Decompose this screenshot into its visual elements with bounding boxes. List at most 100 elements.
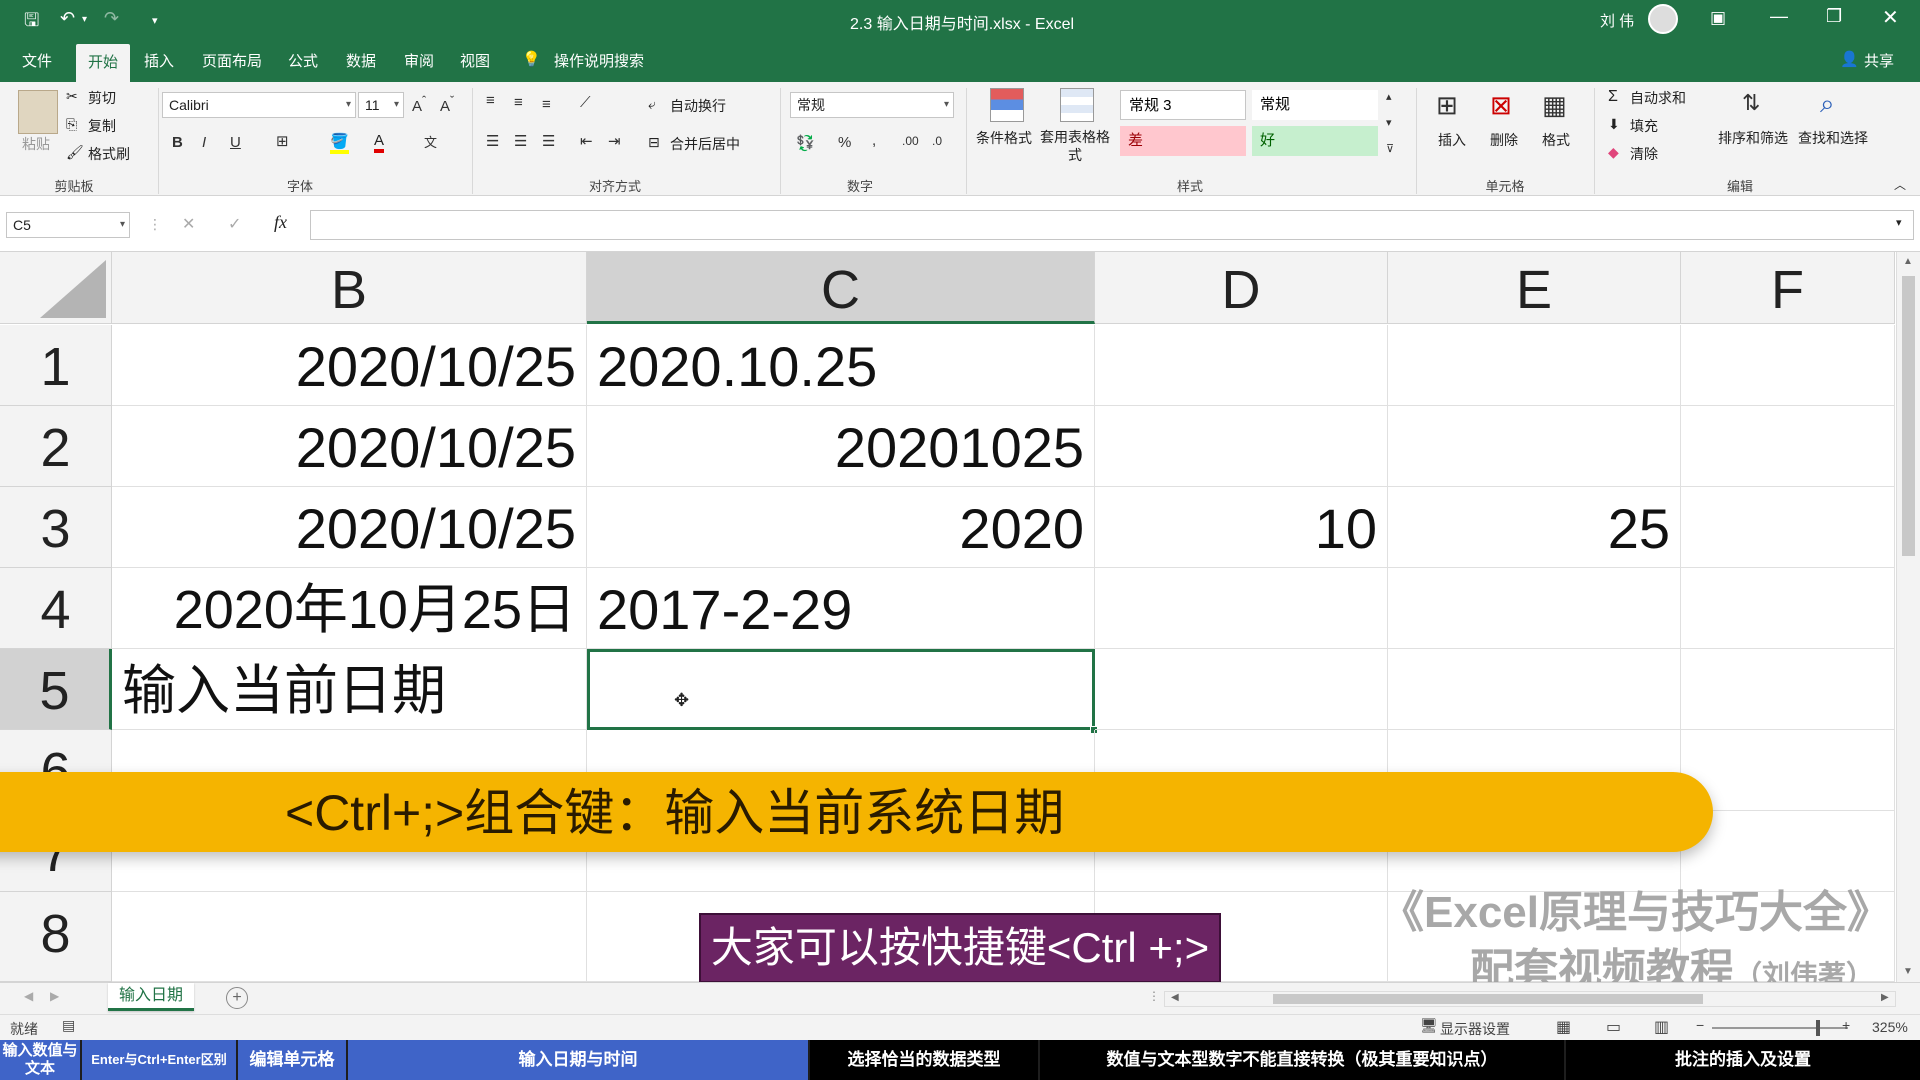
cell-c5-active[interactable] — [587, 649, 1095, 730]
font-name-select[interactable]: Calibri ▾ — [162, 92, 356, 118]
phonetic-icon[interactable]: 文 — [424, 132, 437, 151]
brush-icon[interactable]: 🖌 — [66, 144, 84, 161]
search-icon[interactable]: ⌕ — [1820, 88, 1835, 120]
cell-f4[interactable] — [1681, 568, 1895, 649]
cell-e1[interactable] — [1388, 325, 1681, 406]
cell-f2[interactable] — [1681, 406, 1895, 487]
zoom-level[interactable]: 325% — [1872, 1019, 1908, 1035]
lightbulb-icon[interactable]: 💡 — [522, 50, 541, 68]
bold-button[interactable]: B — [172, 134, 183, 151]
sheet-tab-active[interactable]: 输入日期 — [108, 983, 194, 1011]
align-middle-icon[interactable]: ≡ — [514, 94, 523, 111]
chapter-item-2[interactable]: Enter与Ctrl+Enter区别 — [82, 1040, 236, 1080]
tab-insert[interactable]: 插入 — [144, 50, 174, 71]
comma-button[interactable]: , — [872, 132, 876, 149]
confirm-entry-icon[interactable]: ✓ — [228, 214, 241, 234]
cell-d1[interactable] — [1095, 325, 1388, 406]
close-icon[interactable]: ✕ — [1882, 5, 1899, 30]
cell-b1[interactable]: 2020/10/25 — [112, 325, 587, 406]
fill-color-icon[interactable]: 🪣 — [330, 132, 349, 154]
person-icon[interactable]: 👤 — [1840, 50, 1859, 68]
zoom-slider[interactable] — [1712, 1020, 1848, 1036]
cell-b5[interactable]: 输入当前日期 — [112, 649, 587, 730]
align-bottom-icon[interactable]: ≡ — [542, 96, 551, 113]
insert-function-button[interactable]: fx — [274, 212, 287, 233]
scroll-left-icon[interactable]: ◀ — [1171, 992, 1179, 1003]
cell-b3[interactable]: 2020/10/25 — [112, 487, 587, 568]
insert-cells-button[interactable]: 插入 — [1438, 130, 1466, 150]
formula-input[interactable] — [310, 210, 1914, 240]
display-settings-button[interactable]: 显示器设置 — [1440, 1019, 1510, 1039]
chapter-item-6[interactable]: 数值与文本型数字不能直接转换（极其重要知识点） — [1040, 1040, 1564, 1080]
minimize-icon[interactable]: — — [1770, 6, 1788, 27]
decrease-decimal-icon[interactable]: .0 — [932, 134, 942, 148]
merge-icon[interactable]: ⊟ — [648, 134, 660, 151]
column-header-b[interactable]: B — [112, 252, 587, 324]
style-normal[interactable]: 常规 — [1252, 90, 1378, 120]
next-sheet-icon[interactable]: ▶ — [50, 989, 59, 1003]
styles-scroll-down-icon[interactable]: ▾ — [1386, 116, 1392, 129]
cell-e3[interactable]: 25 — [1388, 487, 1681, 568]
tab-file[interactable]: 文件 — [22, 50, 52, 71]
percent-button[interactable]: % — [838, 134, 851, 151]
vertical-scrollbar[interactable]: ▲ ▼ — [1896, 252, 1920, 982]
delete-cells-icon[interactable]: ⊠ — [1490, 90, 1512, 121]
merge-center-button[interactable]: 合并后居中 — [670, 134, 740, 154]
cell-b2[interactable]: 2020/10/25 — [112, 406, 587, 487]
chapter-item-3[interactable]: 编辑单元格 — [238, 1040, 346, 1080]
align-center-icon[interactable]: ☰ — [514, 132, 527, 150]
fill-down-icon[interactable]: ⬇ — [1608, 116, 1620, 133]
column-header-d[interactable]: D — [1095, 252, 1388, 324]
vertical-scroll-thumb[interactable] — [1902, 276, 1915, 556]
cell-b4[interactable]: 2020年10月25日 — [112, 568, 587, 649]
cancel-entry-icon[interactable]: ✕ — [182, 214, 195, 234]
find-select-button[interactable]: 查找和选择 — [1798, 128, 1868, 148]
column-header-e[interactable]: E — [1388, 252, 1681, 324]
decrease-font-icon[interactable]: Aˇ — [440, 94, 454, 115]
styles-scroll-up-icon[interactable]: ▴ — [1386, 90, 1392, 103]
insert-cells-icon[interactable]: ⊞ — [1436, 90, 1458, 121]
decrease-indent-icon[interactable]: ⇤ — [580, 132, 593, 150]
column-header-c[interactable]: C — [587, 252, 1095, 324]
font-size-select[interactable]: 11 ▾ — [358, 92, 404, 118]
cell-e5[interactable] — [1388, 649, 1681, 730]
page-break-view-icon[interactable]: ▥ — [1654, 1017, 1669, 1037]
expand-formula-bar-icon[interactable]: ▾ — [1896, 216, 1902, 229]
row-header-5[interactable]: 5 — [0, 649, 112, 730]
redo-icon[interactable]: ↷ — [104, 8, 119, 29]
format-as-table-icon[interactable] — [1060, 88, 1094, 122]
sort-filter-icon[interactable]: ⇅ — [1742, 90, 1760, 116]
cell-e2[interactable] — [1388, 406, 1681, 487]
cell-c4[interactable]: 2017-2-29 — [587, 568, 1095, 649]
cell-c3[interactable]: 2020 — [587, 487, 1095, 568]
scroll-down-icon[interactable]: ▼ — [1903, 966, 1913, 977]
row-header-8[interactable]: 8 — [0, 892, 112, 982]
chapter-item-7[interactable]: 批注的插入及设置 — [1566, 1040, 1920, 1080]
autosum-button[interactable]: 自动求和 — [1630, 88, 1686, 108]
chapter-item-4[interactable]: 输入日期与时间 — [348, 1040, 808, 1080]
underline-button[interactable]: U — [230, 134, 241, 151]
align-left-icon[interactable]: ☰ — [486, 132, 499, 150]
font-color-icon[interactable]: A — [374, 132, 385, 153]
share-button[interactable]: 共享 — [1864, 50, 1894, 71]
zoom-in-icon[interactable]: + — [1842, 1017, 1850, 1033]
cell-d3[interactable]: 10 — [1095, 487, 1388, 568]
increase-font-icon[interactable]: Aˆ — [412, 94, 426, 115]
row-header-4[interactable]: 4 — [0, 568, 112, 649]
tab-home[interactable]: 开始 — [76, 44, 130, 82]
increase-decimal-icon[interactable]: .00 — [902, 134, 919, 148]
sort-filter-button[interactable]: 排序和筛选 — [1718, 128, 1788, 148]
cell-e4[interactable] — [1388, 568, 1681, 649]
tab-review[interactable]: 审阅 — [404, 50, 434, 71]
copy-button[interactable]: 复制 — [88, 116, 116, 136]
prev-sheet-icon[interactable]: ◀ — [24, 989, 33, 1003]
collapse-ribbon-icon[interactable]: ︿ — [1894, 176, 1906, 193]
chapter-item-1[interactable]: 输入数值与文本 — [0, 1040, 80, 1080]
eraser-icon[interactable]: ◆ — [1608, 144, 1619, 161]
cell-f5[interactable] — [1681, 649, 1895, 730]
styles-more-icon[interactable]: ⊽ — [1386, 142, 1394, 155]
row-header-2[interactable]: 2 — [0, 406, 112, 487]
horizontal-scroll-thumb[interactable] — [1273, 994, 1703, 1004]
restore-icon[interactable]: ❐ — [1826, 6, 1842, 27]
style-normal-3[interactable]: 常规 3 — [1120, 90, 1246, 120]
